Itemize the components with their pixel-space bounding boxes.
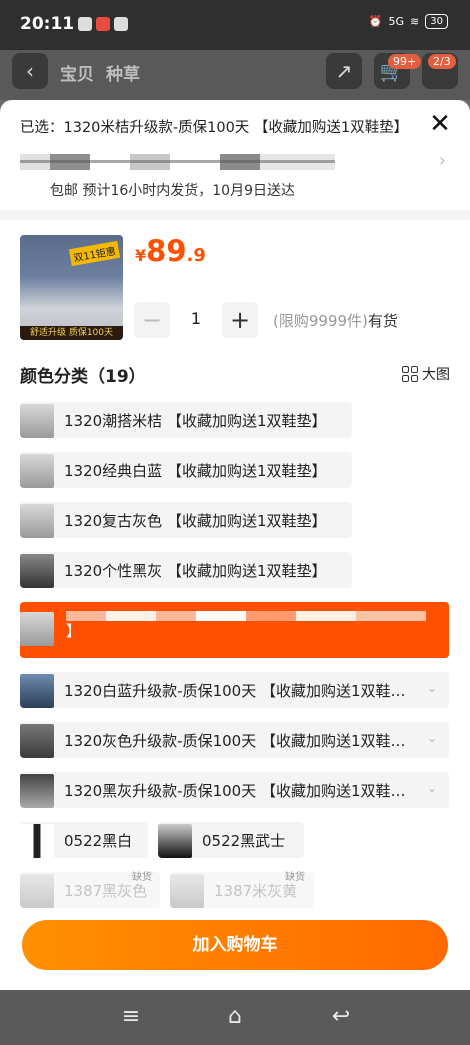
sku-thumbnail <box>20 773 54 808</box>
system-nav-bar: ≡ ⌂ ↩ <box>0 990 470 1045</box>
sku-option[interactable]: 1320黑灰升级款-质保100天 【收藏加购送1双鞋垫】 ⌄ <box>20 772 449 808</box>
status-indicators: ⏰ 5G ≋ 30 <box>369 14 448 29</box>
selected-label-blurred <box>66 611 426 621</box>
chevron-down-icon: ⌄ <box>426 681 437 695</box>
menu-icon[interactable]: ≡ <box>118 1004 144 1030</box>
chevron-down-icon: ⌄ <box>426 731 437 745</box>
status-bar: 20:11 ⏰ 5G ≋ 30 <box>0 0 470 50</box>
sku-option[interactable]: 0522黑武士 <box>158 822 304 858</box>
wifi-icon: ≋ <box>410 15 420 28</box>
tab-baobei[interactable]: 宝贝 <box>60 60 94 85</box>
back-icon[interactable]: ‹ <box>12 53 48 89</box>
alarm-icon: ⏰ <box>368 15 383 28</box>
stock-status: 有货 <box>367 312 398 330</box>
purchase-limit: (限购9999件)有货 <box>273 312 398 330</box>
gallery-badge: 2/3 <box>428 54 456 69</box>
divider <box>0 210 470 220</box>
sku-thumbnail <box>20 673 54 708</box>
sku-option[interactable]: 1320潮搭米桔 【收藏加购送1双鞋垫】 <box>20 402 352 438</box>
large-image-toggle[interactable]: 大图 <box>402 364 450 384</box>
battery-icon: 30 <box>425 14 448 29</box>
product-image-strip: 舒适升级 质保100天 <box>20 326 123 340</box>
tab-zhongcao[interactable]: 种草 <box>106 60 140 85</box>
quantity-plus-button[interactable]: + <box>222 302 258 338</box>
out-of-stock-badge: 缺货 <box>285 872 305 883</box>
chevron-right-icon[interactable]: › <box>439 150 446 171</box>
shipping-info: 包邮 预计16小时内发货，10月9日送达 <box>50 183 295 199</box>
selected-summary: 已选：1320米桔升级款-质保100天 【收藏加购送1双鞋垫】 <box>20 120 409 136</box>
price: ¥89.9 <box>135 234 206 268</box>
sku-sheet: 已选：1320米桔升级款-质保100天 【收藏加购送1双鞋垫】 ✕ › 包邮 预… <box>0 100 470 990</box>
product-image[interactable]: 双11钜惠 舒适升级 质保100天 <box>20 235 123 340</box>
selected-label-tail: 】 <box>66 622 82 640</box>
product-image-tag: 双11钜惠 <box>69 240 121 267</box>
out-of-stock-badge: 缺货 <box>132 872 152 883</box>
background-tabs: 宝贝 种草 <box>60 60 140 85</box>
cart-badge: 99+ <box>388 54 422 69</box>
sku-thumbnail <box>20 612 54 646</box>
sku-thumbnail <box>158 823 192 858</box>
sku-thumbnail <box>20 503 54 538</box>
sku-option[interactable]: 1320个性黑灰 【收藏加购送1双鞋垫】 <box>20 552 352 588</box>
sku-option[interactable]: 1320白蓝升级款-质保100天 【收藏加购送1双鞋垫】 ⌄ <box>20 672 449 708</box>
sku-thumbnail <box>20 723 54 758</box>
back-nav-icon[interactable]: ↩ <box>328 1004 354 1030</box>
sku-thumbnail <box>20 403 54 438</box>
sku-thumbnail <box>20 453 54 488</box>
sku-thumbnail <box>20 823 54 858</box>
color-section-title: 颜色分类（19） <box>20 367 146 387</box>
quantity-value[interactable]: 1 <box>172 309 220 328</box>
add-to-cart-button[interactable]: 加入购物车 <box>22 920 448 970</box>
sku-thumbnail <box>170 873 204 908</box>
status-app-icons <box>78 17 128 31</box>
sku-option[interactable]: 1320经典白蓝 【收藏加购送1双鞋垫】 <box>20 452 352 488</box>
home-icon[interactable]: ⌂ <box>222 1004 248 1030</box>
close-icon[interactable]: ✕ <box>426 110 454 138</box>
sku-option[interactable]: 1320复古灰色 【收藏加购送1双鞋垫】 <box>20 502 352 538</box>
sku-thumbnail <box>20 873 54 908</box>
quantity-minus-button[interactable]: − <box>134 302 170 338</box>
background-nav: ‹ 宝贝 种草 ↗ 🛒 99+ 2/3 <box>0 50 470 100</box>
grid-icon <box>402 366 418 382</box>
sku-option-selected[interactable]: 】 <box>20 602 449 658</box>
sku-option[interactable]: 1320灰色升级款-质保100天 【收藏加购送1双鞋垫】 ⌄ <box>20 722 449 758</box>
address-blurred[interactable] <box>20 154 335 170</box>
signal-text: 5G <box>388 15 405 28</box>
share-icon[interactable]: ↗ <box>326 53 362 89</box>
sku-thumbnail <box>20 553 54 588</box>
status-time: 20:11 <box>20 14 75 34</box>
chevron-down-icon: ⌄ <box>426 781 437 795</box>
sku-option[interactable]: 0522黑白 <box>20 822 148 858</box>
